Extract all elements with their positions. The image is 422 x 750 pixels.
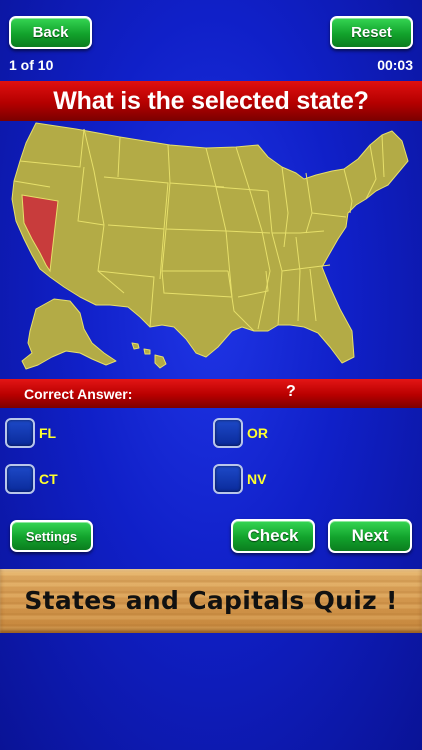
option-or-label: OR <box>247 425 268 441</box>
option-fl-label: FL <box>39 425 57 441</box>
app-title: States and Capitals Quiz ! <box>24 586 398 615</box>
option-ct-label: CT <box>39 471 58 487</box>
app-title-banner: States and Capitals Quiz ! <box>0 569 422 633</box>
option-or-checkbox[interactable] <box>213 418 243 448</box>
settings-button[interactable]: Settings <box>10 520 93 552</box>
correct-answer-label: Correct Answer: <box>24 386 133 402</box>
option-or[interactable]: OR <box>213 418 268 448</box>
option-fl-checkbox[interactable] <box>5 418 35 448</box>
back-button[interactable]: Back <box>9 16 92 49</box>
reset-button[interactable]: Reset <box>330 16 413 49</box>
option-ct[interactable]: CT <box>5 464 58 494</box>
option-nv-label: NV <box>247 471 267 487</box>
option-ct-checkbox[interactable] <box>5 464 35 494</box>
question-progress: 1 of 10 <box>9 57 54 73</box>
option-fl[interactable]: FL <box>5 418 56 448</box>
us-map-svg <box>11 122 409 370</box>
correct-answer-value: ? <box>286 383 296 400</box>
hawaii-island-3 <box>154 354 167 369</box>
elapsed-timer: 00:03 <box>377 57 413 73</box>
alaska-shape <box>21 298 117 370</box>
option-nv-checkbox[interactable] <box>213 464 243 494</box>
option-nv[interactable]: NV <box>213 464 266 494</box>
correct-answer-bar: Correct Answer: ? <box>0 379 422 408</box>
check-button[interactable]: Check <box>231 519 315 553</box>
us-map <box>0 121 422 376</box>
next-button[interactable]: Next <box>328 519 412 553</box>
question-banner: What is the selected state? <box>0 81 422 121</box>
hawaii-island-1 <box>131 342 140 350</box>
hawaii-island-2 <box>143 348 151 355</box>
